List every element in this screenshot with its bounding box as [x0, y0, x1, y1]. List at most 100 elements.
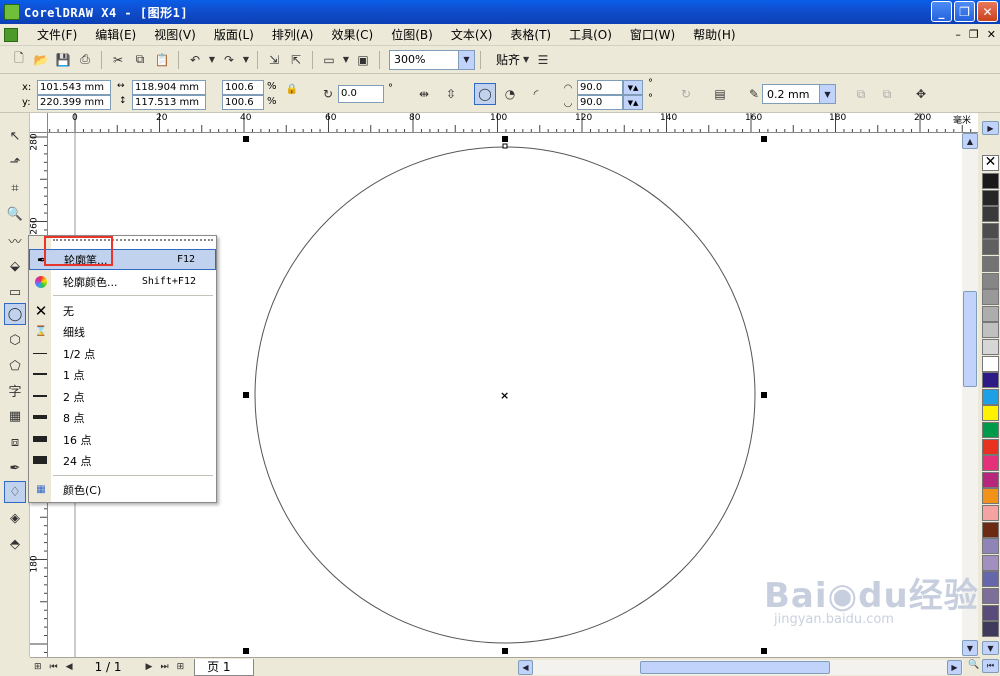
document-icon[interactable] — [4, 27, 18, 42]
scroll-up-icon[interactable]: ▲ — [962, 133, 978, 149]
next-page-icon[interactable]: ▶ — [146, 662, 153, 672]
color-swatch[interactable] — [982, 405, 999, 422]
shape-tool-icon[interactable]: ⬏ — [4, 151, 26, 173]
palette-up-icon[interactable]: ▶ — [982, 121, 999, 135]
menu-item-half-point[interactable]: 1/2 点 — [29, 343, 216, 364]
chevron-down-icon[interactable]: ▼ — [458, 50, 474, 69]
horizontal-scrollbar[interactable]: ◀ ▶ — [518, 660, 963, 675]
color-swatch[interactable] — [982, 256, 999, 272]
color-swatch[interactable] — [982, 372, 999, 389]
color-swatch[interactable] — [982, 289, 999, 306]
y-position-input[interactable]: 220.399 mm — [37, 95, 111, 110]
maximize-button[interactable]: ❐ — [954, 1, 975, 22]
arc-mode-icon[interactable]: ◜ — [526, 84, 546, 104]
scroll-thumb[interactable] — [963, 291, 977, 387]
pick-tool-icon[interactable]: ↖ — [4, 125, 26, 147]
menu-view[interactable]: 视图(V) — [145, 26, 205, 43]
new-file-icon[interactable]: 🗋 — [10, 51, 28, 69]
x-position-input[interactable]: 101.543 mm — [37, 80, 111, 95]
undo-dropdown-icon[interactable]: ▼ — [208, 51, 216, 69]
color-swatch[interactable] — [982, 604, 999, 621]
last-page-icon[interactable]: ⏭ — [160, 662, 168, 672]
to-front-icon[interactable]: ⧉ — [851, 84, 871, 104]
freehand-tool-icon[interactable]: 〰 — [4, 229, 26, 251]
color-swatch[interactable] — [982, 571, 999, 588]
menu-item-hairline[interactable]: ⌛ 细线 — [29, 321, 216, 342]
zoom-navigator-icon[interactable]: 🔍 — [968, 660, 979, 670]
no-color-swatch[interactable]: ✕ — [982, 155, 999, 171]
color-swatch[interactable] — [982, 272, 999, 289]
fill-tool-icon[interactable]: ◈ — [4, 507, 26, 529]
menu-item-outline-color[interactable]: 轮廓颜色... Shift+F12 — [29, 271, 216, 292]
menu-text[interactable]: 文本(X) — [442, 26, 502, 43]
smart-fill-icon[interactable]: ⬙ — [4, 255, 26, 277]
application-launcher-icon[interactable]: ▭ — [320, 51, 338, 69]
zoom-level-select[interactable]: 300% ▼ — [389, 49, 475, 70]
menu-tools[interactable]: 工具(O) — [560, 26, 621, 43]
color-swatch[interactable] — [982, 222, 999, 239]
zoom-tool-icon[interactable]: 🔍 — [4, 203, 26, 225]
menu-window[interactable]: 窗口(W) — [621, 26, 684, 43]
color-swatch[interactable] — [982, 322, 999, 339]
ruler-corner[interactable] — [30, 113, 48, 133]
height-input[interactable]: 117.513 mm — [132, 95, 206, 110]
scroll-left-icon[interactable]: ◀ — [518, 660, 533, 675]
menu-item-1-point[interactable]: 1 点 — [29, 364, 216, 385]
end-angle-input[interactable]: 90.0 — [577, 95, 623, 110]
color-swatch[interactable] — [982, 588, 999, 604]
start-angle-input[interactable]: 90.0 — [577, 80, 623, 95]
text-tool-icon[interactable]: 字 — [4, 379, 26, 401]
menu-edit[interactable]: 编辑(E) — [86, 26, 145, 43]
save-icon[interactable]: 💾 — [54, 51, 72, 69]
ellipse-tool-icon[interactable]: ◯ — [4, 303, 26, 325]
crop-tool-icon[interactable]: ⌗ — [4, 177, 26, 199]
menu-item-24-point[interactable]: 24 点 — [29, 450, 216, 471]
color-swatch[interactable] — [982, 538, 999, 555]
snap-dropdown-icon[interactable]: ▼ — [522, 51, 530, 69]
color-swatch[interactable] — [982, 339, 999, 355]
menu-file[interactable]: 文件(F) — [28, 26, 86, 43]
color-swatch[interactable] — [982, 554, 999, 571]
scroll-down-icon[interactable]: ▼ — [962, 640, 978, 656]
interactive-fill-icon[interactable]: ⬘ — [4, 533, 26, 555]
tear-off-handle[interactable] — [53, 239, 213, 241]
menu-bitmaps[interactable]: 位图(B) — [382, 26, 442, 43]
horizontal-ruler[interactable]: 0 20 40 60 80 100 120 140 160 180 200 毫米 — [48, 113, 978, 133]
color-swatch[interactable] — [982, 189, 999, 206]
scroll-right-icon[interactable]: ▶ — [947, 660, 962, 675]
menu-item-no-outline[interactable]: ✕ 无 — [29, 300, 216, 321]
copy-icon[interactable]: ⧉ — [131, 51, 149, 69]
mirror-vertical-icon[interactable]: ⇳ — [441, 84, 461, 104]
outline-tool-icon[interactable]: ♢ — [4, 481, 26, 503]
options-icon[interactable]: ☰ — [534, 51, 552, 69]
color-swatch[interactable] — [982, 355, 999, 372]
palette-down-icon[interactable]: ▼ — [982, 641, 999, 655]
paste-icon[interactable]: 📋 — [153, 51, 171, 69]
first-page-icon[interactable]: ⏮ — [50, 662, 58, 672]
minimize-button[interactable]: _ — [931, 1, 952, 22]
menu-item-16-point[interactable]: 16 点 — [29, 429, 216, 450]
add-page-icon[interactable]: ⊞ — [34, 662, 42, 672]
polygon-tool-icon[interactable]: ⬡ — [4, 329, 26, 351]
outline-width-select[interactable]: 0.2 mm ▼ — [762, 84, 836, 104]
width-input[interactable]: 118.904 mm — [132, 80, 206, 95]
color-swatch[interactable] — [982, 455, 999, 472]
start-angle-spinner[interactable]: ▼▲ — [623, 80, 643, 95]
menu-item-8-point[interactable]: 8 点 — [29, 407, 216, 428]
color-swatch[interactable] — [982, 621, 999, 638]
table-tool-icon[interactable]: ▦ — [4, 405, 26, 427]
doc-restore-button[interactable]: ❐ — [969, 28, 979, 41]
open-folder-icon[interactable]: 📂 — [32, 51, 50, 69]
export-icon[interactable]: ⇱ — [287, 51, 305, 69]
pie-mode-icon[interactable]: ◔ — [500, 84, 520, 104]
color-swatch[interactable] — [982, 521, 999, 538]
welcome-screen-icon[interactable]: ▣ — [354, 51, 372, 69]
menu-table[interactable]: 表格(T) — [501, 26, 560, 43]
color-swatch[interactable] — [982, 488, 999, 505]
menu-effects[interactable]: 效果(C) — [322, 26, 382, 43]
undo-icon[interactable]: ↶ — [186, 51, 204, 69]
color-swatch[interactable] — [982, 505, 999, 521]
lock-ratio-icon[interactable]: 🔒 — [282, 79, 302, 99]
previous-page-icon[interactable]: ◀ — [66, 662, 73, 672]
menu-item-color-docker[interactable]: ▦ 颜色(C) — [29, 479, 216, 500]
